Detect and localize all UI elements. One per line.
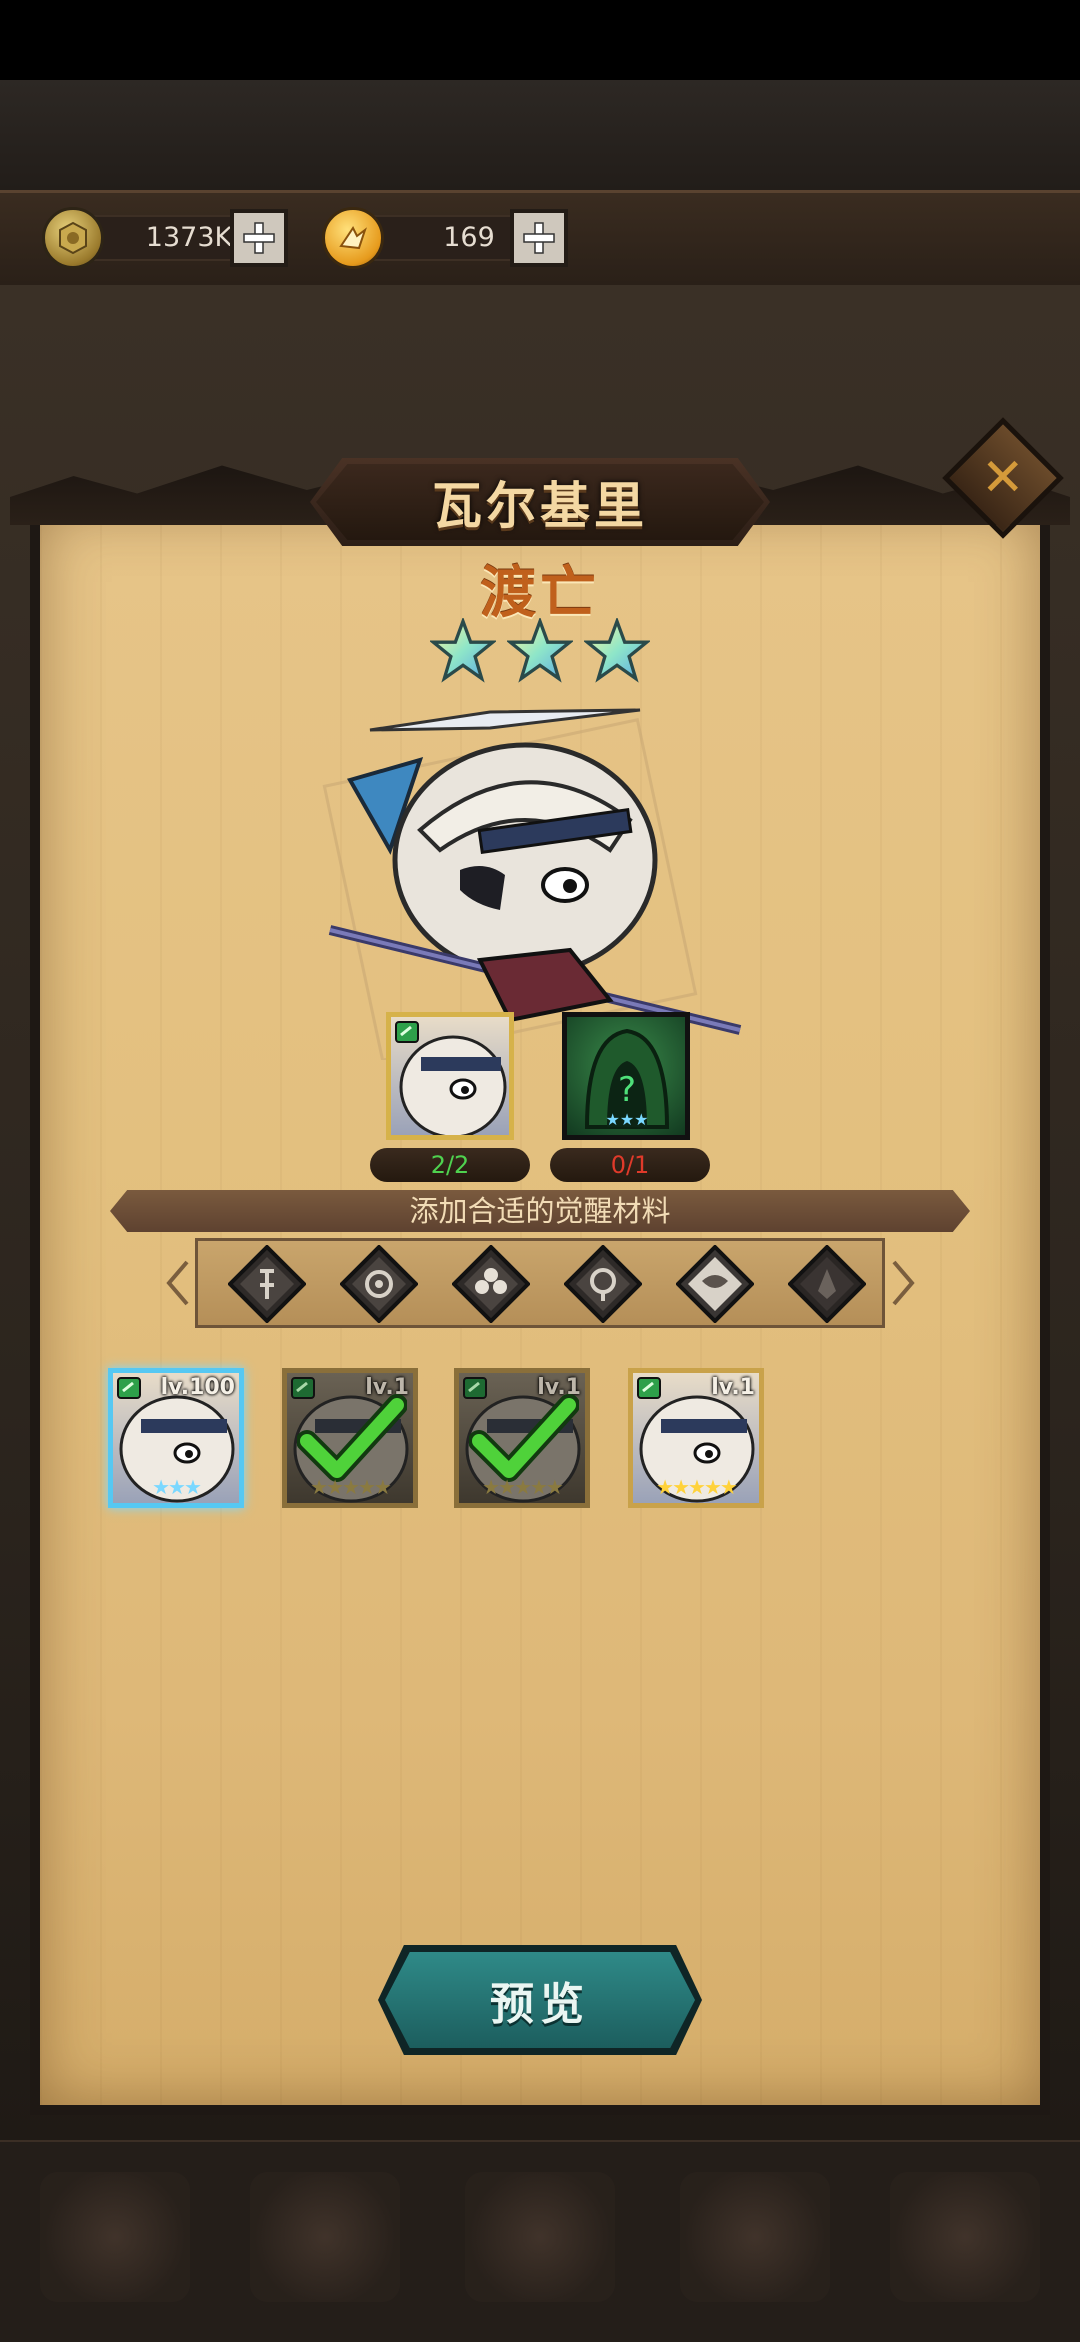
hero-card-1[interactable]: lv.100 ★★★ — [108, 1368, 244, 1508]
material-same-hero[interactable] — [386, 1012, 514, 1140]
svg-text:?: ? — [618, 1070, 636, 1110]
count-text: 0/1 — [610, 1151, 650, 1179]
faction-gem-icon — [637, 1377, 661, 1399]
hero-name: 渡亡 — [480, 561, 600, 626]
star-icon — [430, 618, 496, 683]
nav-slot-1 — [40, 2172, 190, 2302]
spirit-resource: 169 — [322, 207, 592, 269]
chevron-right-icon[interactable] — [890, 1258, 916, 1308]
hero-level: lv.100 — [160, 1375, 235, 1400]
faction-filter-5-icon[interactable] — [676, 1245, 754, 1323]
material-same-hero-count: 2/2 — [370, 1148, 530, 1182]
material-any-3-star-count: 0/1 — [550, 1148, 710, 1182]
faction-filter-1-icon[interactable] — [228, 1245, 306, 1323]
hero-card-2[interactable]: lv.1 ★★★★★ — [282, 1368, 418, 1508]
panel-title: 瓦尔基里 — [432, 477, 648, 535]
faction-gem-icon — [117, 1377, 141, 1399]
header-band — [0, 80, 1080, 192]
material-any-3-star[interactable]: ? ★★★ — [562, 1012, 690, 1140]
chevron-left-icon[interactable] — [165, 1258, 191, 1308]
faction-gem-icon — [395, 1021, 419, 1043]
spirit-orb-icon — [322, 207, 384, 269]
nav-slot-3 — [465, 2172, 615, 2302]
add-spirit-button[interactable] — [510, 209, 568, 267]
check-icon — [469, 1394, 579, 1482]
awakening-material-banner: 添加合适的觉醒材料 — [110, 1190, 970, 1232]
check-icon — [297, 1394, 407, 1482]
preview-button[interactable]: 预览 — [385, 1952, 695, 2048]
faction-filter-6-icon[interactable] — [788, 1245, 866, 1323]
close-icon: ✕ — [981, 447, 1025, 508]
svg-text:★★★: ★★★ — [605, 1110, 648, 1129]
faction-filter-4-icon[interactable] — [564, 1245, 642, 1323]
gold-coin-icon — [42, 207, 104, 269]
bottom-nav — [0, 2140, 1080, 2342]
star-icon — [584, 618, 650, 683]
hero-card-stars: ★★★★★ — [482, 1475, 564, 1499]
hero-card-stars: ★★★★★ — [310, 1475, 392, 1499]
hero-card-4[interactable]: lv.1 ★★★★★ — [628, 1368, 764, 1508]
add-gold-button[interactable] — [230, 209, 288, 267]
status-bar — [0, 0, 1080, 80]
count-text: 2/2 — [430, 1151, 470, 1179]
resource-bar: 1373K 169 — [0, 190, 1080, 288]
nav-slot-4 — [680, 2172, 830, 2302]
gold-resource: 1373K — [42, 207, 312, 269]
hero-level: lv.1 — [711, 1375, 755, 1400]
hero-card-stars: ★★★ — [152, 1475, 202, 1499]
preview-label: 预览 — [490, 1979, 590, 2030]
nav-slot-5 — [890, 2172, 1040, 2302]
title-plate: 瓦尔基里 — [310, 458, 770, 546]
hero-portrait — [322, 708, 742, 1060]
nav-slot-2 — [250, 2172, 400, 2302]
hero-card-stars: ★★★★★ — [656, 1475, 738, 1499]
hero-card-3[interactable]: lv.1 ★★★★★ — [454, 1368, 590, 1508]
hero-star-rating — [430, 618, 650, 688]
faction-filter-3-icon[interactable] — [452, 1245, 530, 1323]
star-icon — [507, 618, 573, 683]
faction-filter-2-icon[interactable] — [340, 1245, 418, 1323]
hooded-figure-icon: ? ★★★ — [584, 1028, 670, 1129]
